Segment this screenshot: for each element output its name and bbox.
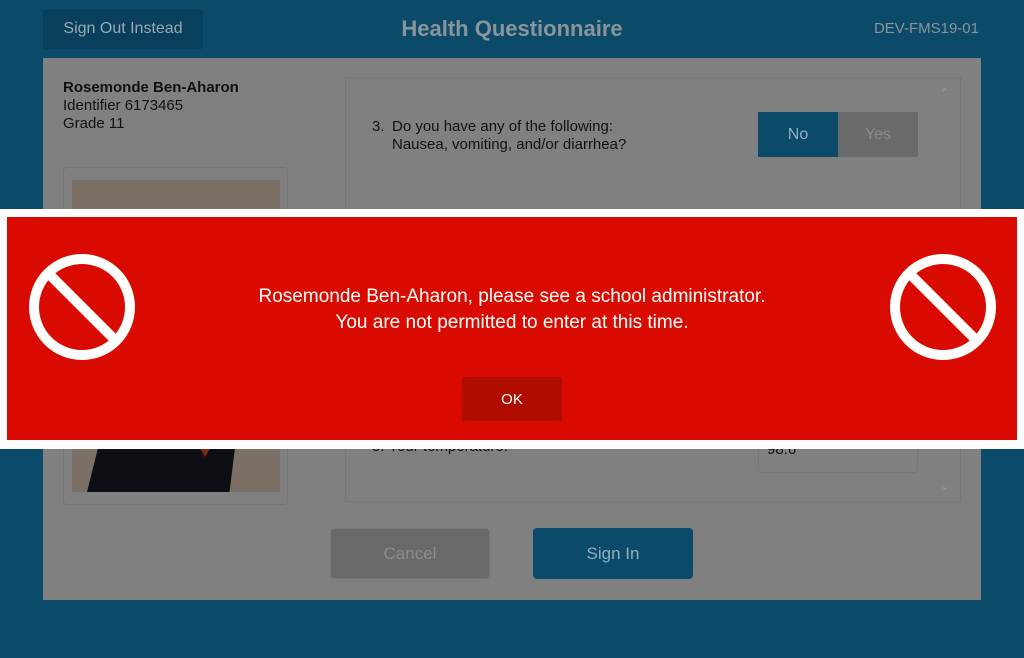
alert-message: Rosemonde Ben-Aharon, please see a schoo… bbox=[258, 286, 766, 333]
sign-in-button[interactable]: Sign In bbox=[533, 528, 693, 579]
ok-button[interactable]: OK bbox=[462, 377, 562, 421]
alert-banner: Rosemonde Ben-Aharon, please see a schoo… bbox=[0, 209, 1024, 449]
scroll-up-icon[interactable]: ⌃ bbox=[940, 86, 950, 100]
page-title: Health Questionnaire bbox=[401, 16, 623, 41]
no-entry-icon bbox=[890, 254, 996, 360]
scroll-down-icon[interactable]: ⌄ bbox=[940, 479, 950, 493]
student-info: Rosemonde Ben-Aharon Identifier 6173465 … bbox=[63, 79, 239, 133]
student-identifier: Identifier 6173465 bbox=[63, 97, 184, 114]
question-3-toggle[interactable]: No Yes bbox=[758, 112, 918, 157]
yes-option[interactable]: Yes bbox=[838, 112, 918, 157]
question-3: 3. Do you have any of the following: Naus… bbox=[372, 118, 627, 153]
cancel-button[interactable]: Cancel bbox=[330, 528, 490, 579]
student-grade: Grade 11 bbox=[63, 115, 125, 132]
no-option[interactable]: No bbox=[758, 112, 838, 157]
student-name: Rosemonde Ben-Aharon bbox=[63, 79, 239, 96]
device-id: DEV-FMS19-01 bbox=[873, 20, 979, 37]
